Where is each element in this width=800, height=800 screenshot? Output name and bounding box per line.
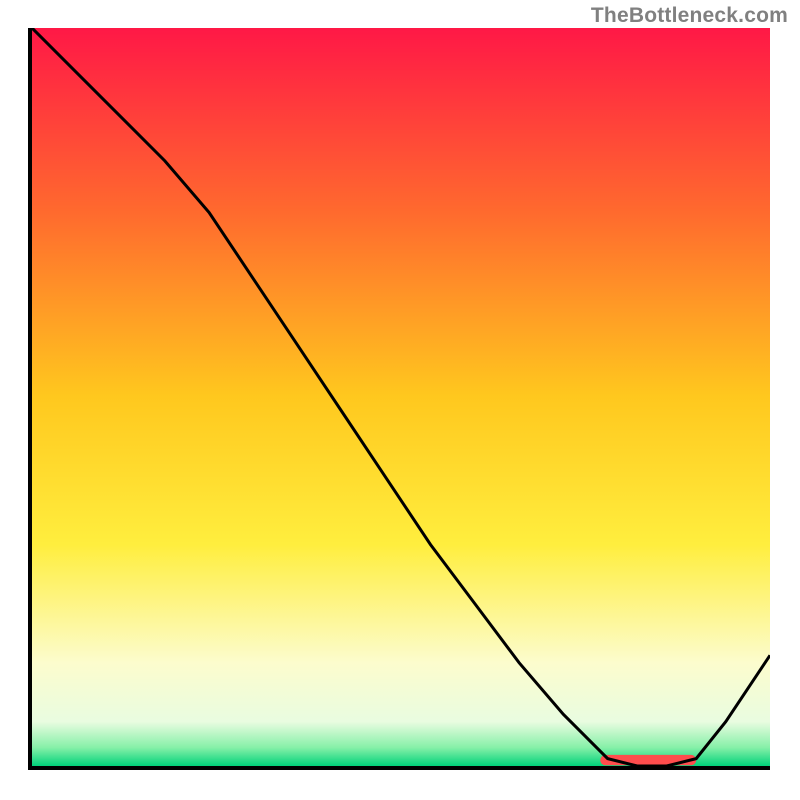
- watermark-text: TheBottleneck.com: [591, 4, 788, 28]
- chart-page: TheBottleneck.com: [0, 0, 800, 800]
- plot-area: [28, 28, 770, 770]
- plot-svg: [32, 28, 770, 766]
